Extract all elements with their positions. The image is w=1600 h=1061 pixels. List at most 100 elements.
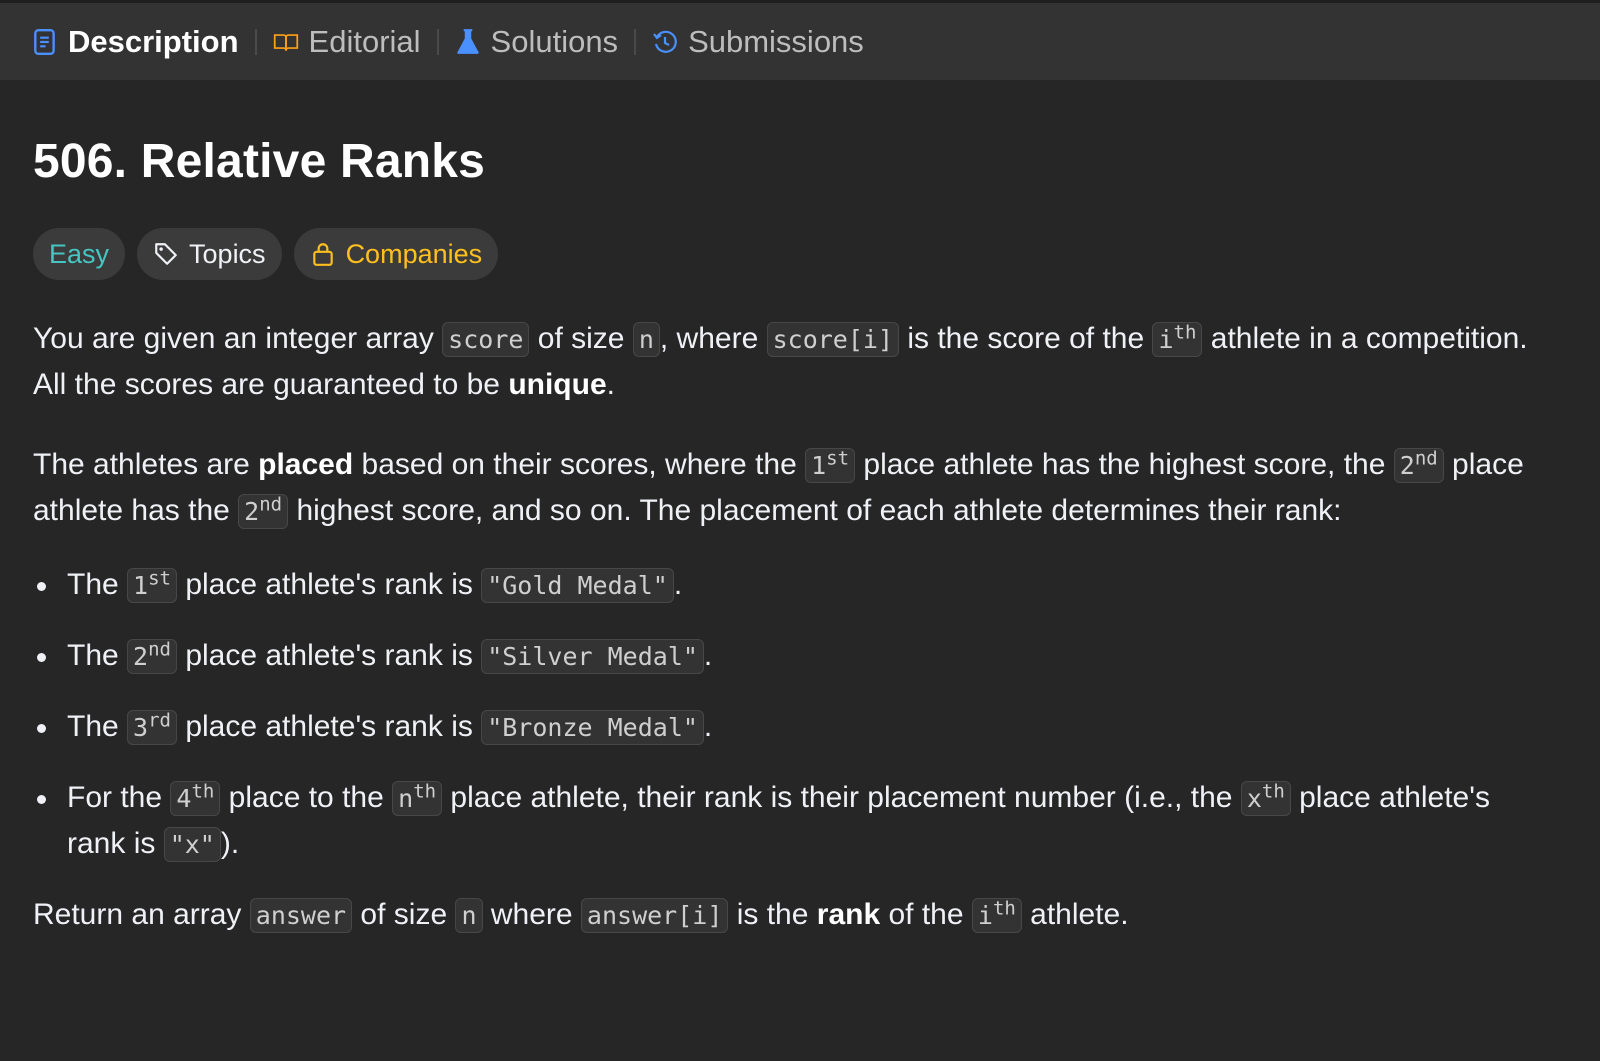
superscript: th xyxy=(1173,321,1197,344)
superscript: st xyxy=(148,567,171,590)
code-text: 2 xyxy=(133,642,149,671)
tab-solutions-label: Solutions xyxy=(490,23,619,59)
text: athlete in a competition. xyxy=(1202,322,1528,355)
inline-code: answer[i] xyxy=(580,898,729,933)
bold-text: rank xyxy=(816,898,881,931)
bold-text: placed xyxy=(258,448,354,481)
text: . xyxy=(606,368,615,401)
inline-code: answer xyxy=(249,898,353,933)
text: place athlete's xyxy=(1290,781,1490,814)
inline-code: 2nd xyxy=(127,639,177,674)
text: place athlete, their rank is their place… xyxy=(442,781,1241,814)
text: place athlete's rank is xyxy=(176,568,482,601)
text: Return an array xyxy=(33,898,250,931)
superscript: th xyxy=(1261,780,1285,803)
inline-code: score xyxy=(442,322,530,357)
inline-code: "x" xyxy=(163,827,221,862)
text: , where xyxy=(659,322,767,355)
text: of size xyxy=(529,322,633,355)
text: rank is xyxy=(67,827,164,860)
code-text: 2 xyxy=(244,497,260,526)
text: . xyxy=(703,639,713,672)
inline-code: 2nd xyxy=(1393,447,1444,483)
superscript: th xyxy=(992,897,1016,920)
code-text: x xyxy=(1246,784,1262,813)
superscript: th xyxy=(413,780,437,803)
inline-code: 3rd xyxy=(127,710,177,745)
text: based on their scores, where the xyxy=(353,448,806,481)
tab-divider xyxy=(436,28,439,55)
rank-rules-list: The 1st place athlete's rank is "Gold Me… xyxy=(33,562,1573,867)
tag-icon xyxy=(155,243,177,265)
superscript: nd xyxy=(259,493,283,516)
code-text: i xyxy=(977,901,993,930)
code-text: 1 xyxy=(811,451,827,480)
text: The athletes are xyxy=(33,448,259,481)
problem-title: 506. Relative Ranks xyxy=(33,135,486,188)
inline-code: "Gold Medal" xyxy=(481,568,674,603)
inline-code: 4th xyxy=(170,781,221,816)
superscript: nd xyxy=(1414,447,1438,470)
tab-submissions[interactable]: Submissions xyxy=(652,24,864,60)
superscript: nd xyxy=(148,638,171,661)
tab-submissions-label: Submissions xyxy=(688,23,864,59)
inline-code: "Silver Medal" xyxy=(481,639,704,674)
tab-description[interactable]: Description xyxy=(32,24,239,60)
text: place athlete's rank is xyxy=(176,639,482,672)
text: All the scores are guaranteed to be xyxy=(33,368,509,401)
description-paragraph-3: Return an array answer of size n where a… xyxy=(33,892,1573,938)
inline-code: 1st xyxy=(805,447,856,483)
text: place to the xyxy=(220,781,393,814)
text: place xyxy=(1443,448,1524,481)
difficulty-badge[interactable]: Easy xyxy=(33,228,126,280)
problem-description: 506. Relative Ranks Easy Topics Companie… xyxy=(33,80,1573,938)
list-item: For the 4th place to the nth place athle… xyxy=(33,775,1573,867)
text: athlete. xyxy=(1021,898,1129,931)
problem-tags: Easy Topics Companies xyxy=(33,228,1573,280)
inline-code: xth xyxy=(1240,780,1291,816)
tab-description-label: Description xyxy=(68,23,239,59)
text: ). xyxy=(220,827,240,860)
code-text: i xyxy=(1158,325,1174,354)
text: place athlete has the highest score, the xyxy=(855,448,1394,481)
companies-button[interactable]: Companies xyxy=(293,228,499,280)
tab-divider xyxy=(634,28,637,55)
inline-code: ith xyxy=(971,897,1022,933)
book-icon xyxy=(273,33,298,51)
text: The xyxy=(67,710,128,743)
flask-icon xyxy=(456,28,479,54)
superscript: rd xyxy=(148,709,171,732)
text: The xyxy=(67,639,128,672)
history-icon xyxy=(653,30,677,53)
code-text: 2 xyxy=(1399,451,1415,480)
inline-code: "Bronze Medal" xyxy=(481,710,704,745)
code-text: n xyxy=(398,784,414,813)
text: place athlete's rank is xyxy=(176,710,482,743)
text: is the score of the xyxy=(899,322,1153,355)
text: You are given an integer array xyxy=(33,322,443,355)
code-text: 4 xyxy=(176,784,192,813)
text: athlete has the xyxy=(33,494,239,527)
tab-solutions[interactable]: Solutions xyxy=(455,23,619,60)
list-item: The 2nd place athlete's rank is "Silver … xyxy=(33,633,1573,679)
text: is the xyxy=(728,898,817,931)
text: For the xyxy=(67,781,171,814)
tab-editorial[interactable]: Editorial xyxy=(273,24,421,60)
code-text: 1 xyxy=(133,571,149,600)
inline-code: n xyxy=(632,322,660,357)
list-item: The 3rd place athlete's rank is "Bronze … xyxy=(33,704,1573,750)
text: where xyxy=(482,898,581,931)
topics-button[interactable]: Topics xyxy=(137,228,282,280)
bold-text: unique xyxy=(508,368,607,401)
text: highest score, and so on. The placement … xyxy=(288,494,1342,527)
superscript: st xyxy=(826,447,850,470)
list-item: The 1st place athlete's rank is "Gold Me… xyxy=(33,562,1573,608)
topics-label: Topics xyxy=(189,238,266,269)
inline-code: ith xyxy=(1152,321,1203,357)
inline-code: nth xyxy=(392,780,443,816)
tab-bar: Description Editorial Solutions Submissi… xyxy=(0,0,1600,80)
lock-icon xyxy=(312,243,333,266)
text: of the xyxy=(880,898,972,931)
inline-code: score[i] xyxy=(766,322,900,357)
inline-code: n xyxy=(455,898,483,933)
